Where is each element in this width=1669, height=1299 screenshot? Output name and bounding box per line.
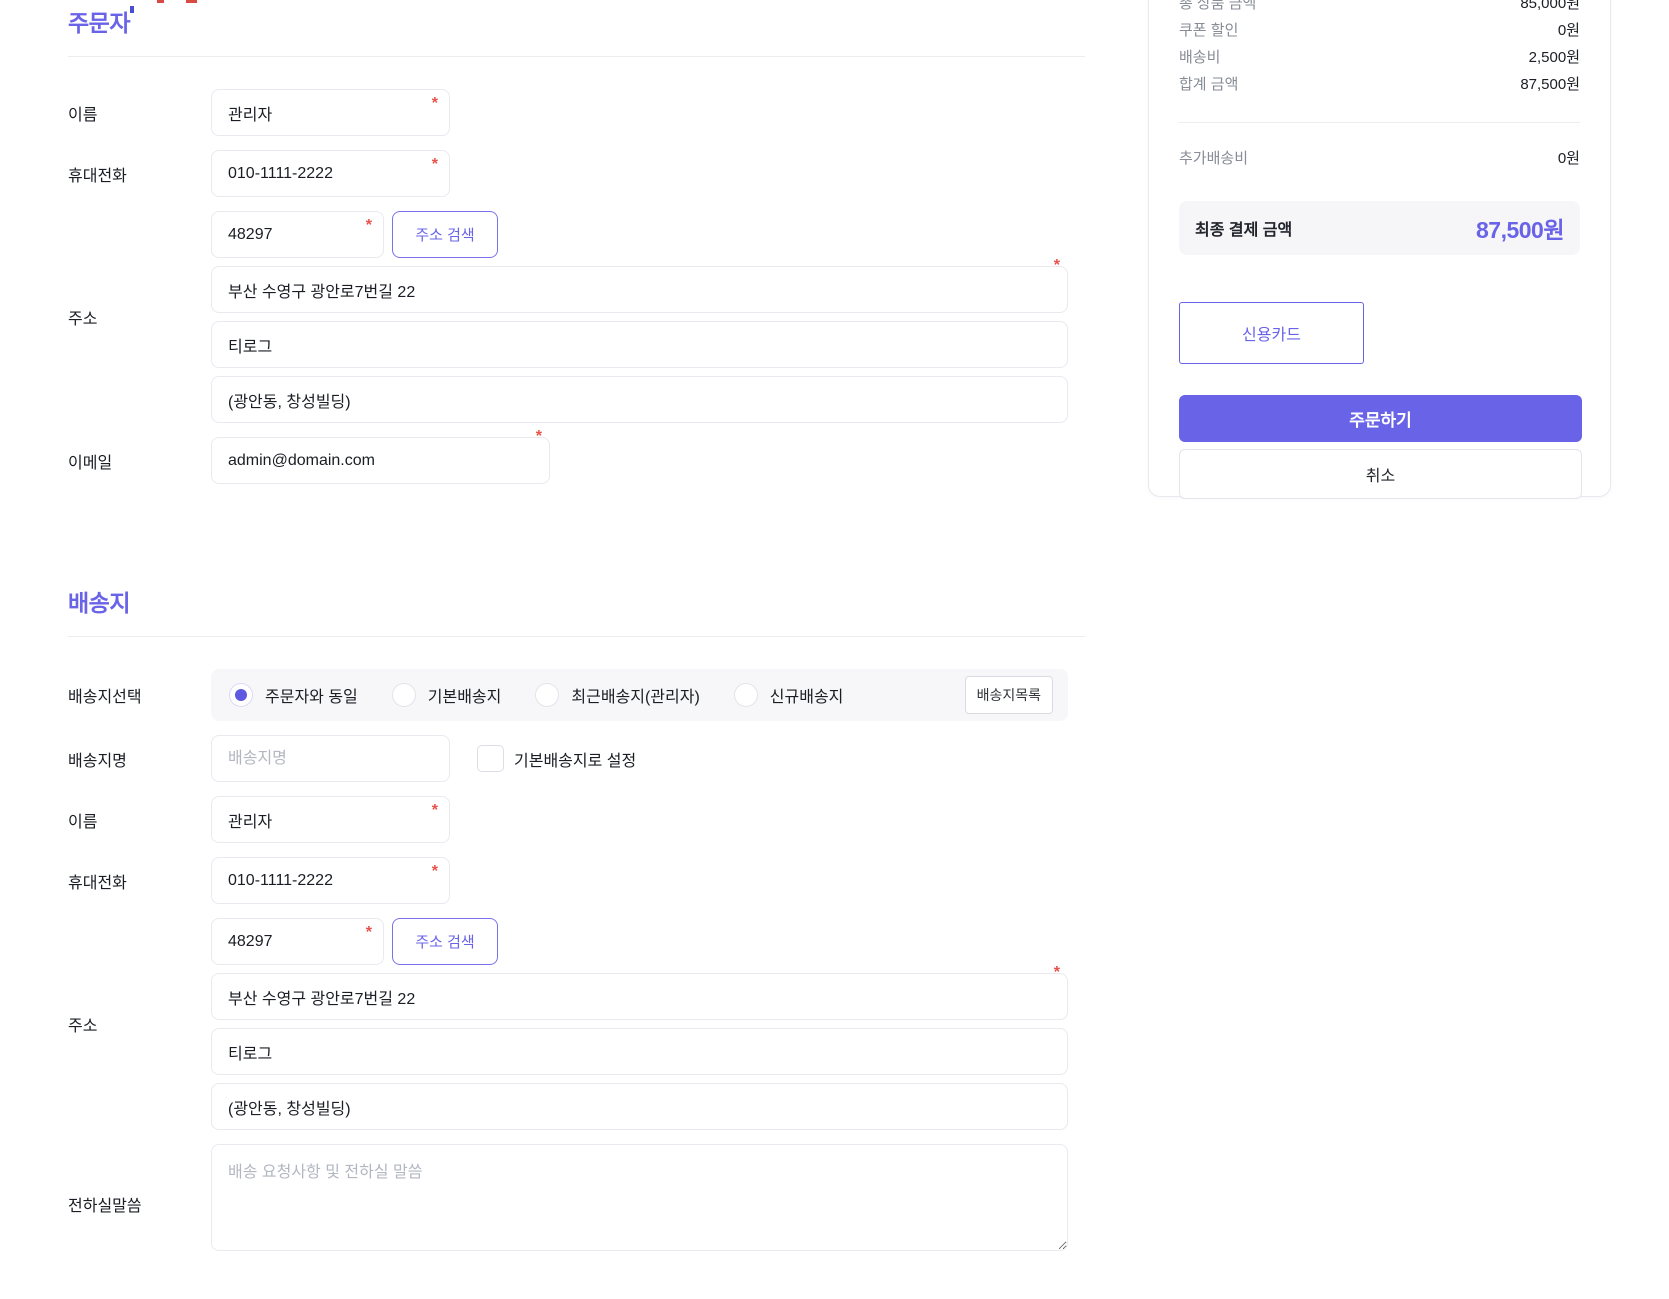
shipping-message-row: 전하실말씀 bbox=[68, 1144, 1085, 1251]
shipping-address-name-input[interactable] bbox=[211, 735, 450, 782]
required-asterisk: * bbox=[1053, 257, 1060, 274]
radio-icon[interactable] bbox=[229, 683, 253, 707]
checkout-page: 주문자 이름 * 휴대전화 * bbox=[0, 0, 1669, 1299]
cropped-content-artifact bbox=[186, 0, 197, 3]
orderer-address-line3-input[interactable] bbox=[211, 376, 1068, 423]
required-asterisk: * bbox=[431, 863, 438, 880]
required-asterisk: * bbox=[431, 95, 438, 112]
orderer-section: 주문자 이름 * 휴대전화 * bbox=[68, 4, 1085, 484]
cropped-content-artifact bbox=[157, 0, 164, 3]
shipping-address-search-button[interactable]: 주소 검색 bbox=[392, 918, 498, 965]
required-asterisk: * bbox=[365, 924, 372, 941]
shipping-phone-input[interactable] bbox=[211, 857, 450, 904]
orderer-address-row: 주소 * 주소 검색 * bbox=[68, 211, 1085, 423]
final-amount-value: 87,500원 bbox=[1475, 217, 1565, 243]
shipping-selector-row: 배송지선택 주문자와 동일 기본배송지 최근배송지(관리자) 신규배송지 배송지… bbox=[68, 669, 1085, 721]
shipping-name-input[interactable] bbox=[211, 796, 450, 843]
summary-row-extra-shipping: 추가배송비 0원 bbox=[1179, 150, 1580, 167]
shipping-name-label: 이름 bbox=[68, 813, 98, 831]
shipping-address-label: 주소 bbox=[68, 1018, 98, 1035]
shipping-section-title: 배송지 bbox=[68, 590, 130, 616]
orderer-email-row: 이메일 * bbox=[68, 428, 1085, 484]
shipping-address-name-label: 배송지명 bbox=[68, 752, 127, 770]
required-asterisk: * bbox=[535, 428, 542, 445]
orderer-address-label: 주소 bbox=[68, 311, 98, 328]
shipping-address-name-row: 배송지명 기본배송지로 설정 bbox=[68, 735, 1085, 782]
summary-row-subtotal: 합계 금액 87,500원 bbox=[1179, 76, 1580, 93]
shipping-name-row: 이름 * bbox=[68, 796, 1085, 843]
cancel-button[interactable]: 취소 bbox=[1179, 449, 1582, 499]
orderer-section-title: 주문자 bbox=[68, 10, 130, 36]
panel-divider bbox=[1179, 122, 1580, 123]
required-asterisk: * bbox=[1053, 964, 1060, 981]
orderer-name-input[interactable] bbox=[211, 89, 450, 136]
orderer-name-row: 이름 * bbox=[68, 89, 1085, 136]
shipping-message-label: 전하실말씀 bbox=[68, 1198, 142, 1215]
orderer-address-search-button[interactable]: 주소 검색 bbox=[392, 211, 498, 258]
shipping-address-line2-input[interactable] bbox=[211, 1028, 1068, 1075]
shipping-address-line3-input[interactable] bbox=[211, 1083, 1068, 1130]
payment-method-credit-card-button[interactable]: 신용카드 bbox=[1179, 302, 1364, 364]
radio-icon[interactable] bbox=[733, 683, 758, 707]
orderer-name-label: 이름 bbox=[68, 106, 98, 124]
orderer-phone-label: 휴대전화 bbox=[68, 167, 127, 185]
orderer-email-input[interactable] bbox=[211, 437, 550, 484]
summary-row-shipping-fee: 배송비 2,500원 bbox=[1179, 49, 1580, 66]
radio-recent-address[interactable]: 최근배송지(관리자) bbox=[535, 683, 700, 707]
required-asterisk: * bbox=[365, 217, 372, 234]
shipping-address-row: 주소 * 주소 검색 * bbox=[68, 918, 1085, 1130]
summary-row-total-product: 총 상품 금액 85,000원 bbox=[1179, 0, 1580, 12]
shipping-section: 배송지 배송지선택 주문자와 동일 기본배송지 최근배송지(관리자) 신규배송지… bbox=[68, 584, 1085, 1251]
shipping-address-list-button[interactable]: 배송지목록 bbox=[964, 676, 1053, 714]
radio-same-as-orderer[interactable]: 주문자와 동일 bbox=[229, 683, 358, 707]
radio-default-address[interactable]: 기본배송지 bbox=[391, 683, 501, 707]
shipping-phone-label: 휴대전화 bbox=[68, 874, 127, 892]
shipping-selector-bar: 주문자와 동일 기본배송지 최근배송지(관리자) 신규배송지 배송지목록 bbox=[211, 669, 1068, 721]
radio-icon[interactable] bbox=[535, 683, 560, 707]
required-asterisk: * bbox=[431, 802, 438, 819]
orderer-phone-row: 휴대전화 * bbox=[68, 150, 1085, 197]
orderer-postal-code-input[interactable] bbox=[211, 211, 384, 258]
shipping-message-textarea[interactable] bbox=[211, 1144, 1068, 1251]
required-asterisk: * bbox=[431, 156, 438, 173]
summary-row-coupon: 쿠폰 할인 0원 bbox=[1179, 22, 1580, 39]
shipping-phone-row: 휴대전화 * bbox=[68, 857, 1085, 904]
orderer-email-label: 이메일 bbox=[68, 454, 113, 472]
radio-new-address[interactable]: 신규배송지 bbox=[733, 683, 843, 707]
orderer-address-line2-input[interactable] bbox=[211, 321, 1068, 368]
default-address-checkbox[interactable] bbox=[477, 745, 504, 772]
place-order-button[interactable]: 주문하기 bbox=[1179, 395, 1582, 442]
radio-icon[interactable] bbox=[391, 683, 416, 707]
shipping-selector-label: 배송지선택 bbox=[68, 689, 142, 706]
section-divider bbox=[68, 56, 1085, 57]
order-summary-panel: 총 상품 금액 85,000원 쿠폰 할인 0원 배송비 2,500원 합계 금… bbox=[1148, 0, 1611, 499]
section-divider bbox=[68, 636, 1085, 637]
shipping-postal-code-input[interactable] bbox=[211, 918, 384, 965]
order-form: 주문자 이름 * 휴대전화 * bbox=[68, 4, 1085, 1265]
default-address-checkbox-label: 기본배송지로 설정 bbox=[514, 752, 637, 770]
final-amount-box: 최종 결제 금액 87,500원 bbox=[1179, 201, 1580, 255]
orderer-phone-input[interactable] bbox=[211, 150, 450, 197]
orderer-address-line1-input[interactable] bbox=[211, 266, 1068, 313]
shipping-address-line1-input[interactable] bbox=[211, 973, 1068, 1020]
